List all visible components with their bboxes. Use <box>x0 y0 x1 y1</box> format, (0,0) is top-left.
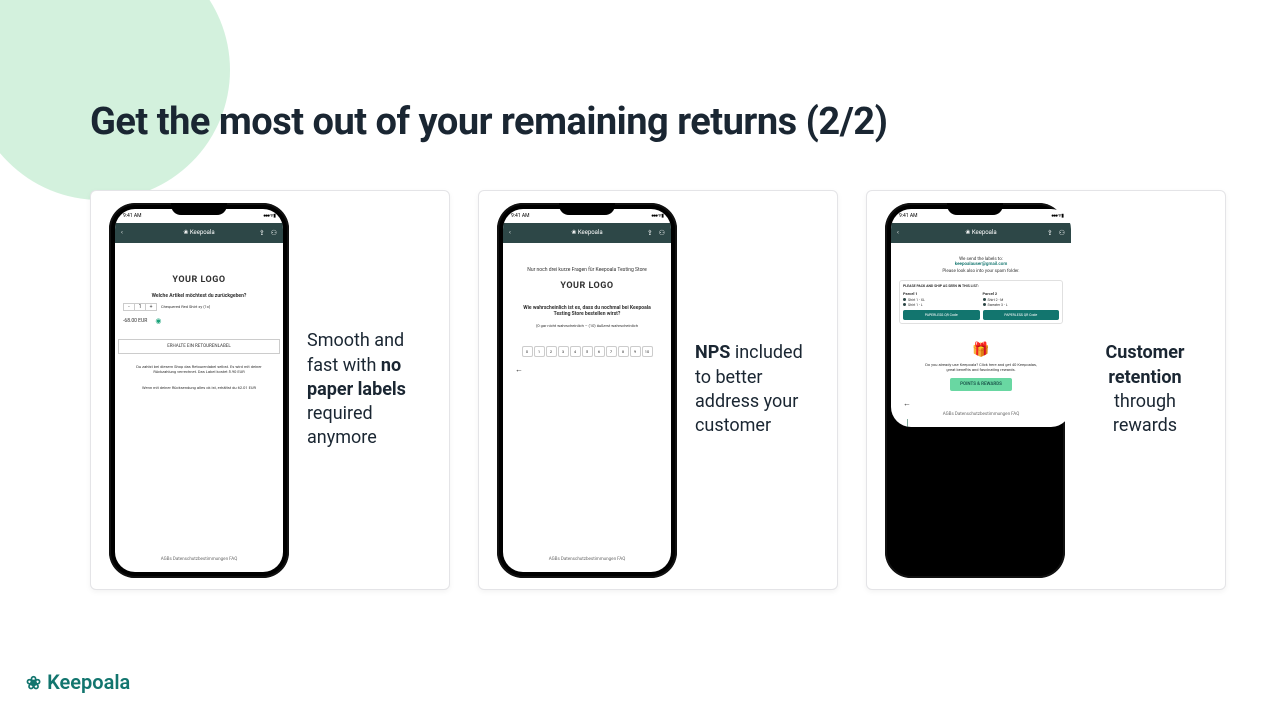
share-icon[interactable]: ⇪ <box>647 229 653 237</box>
parcel-item: Shirt 1 - L <box>903 303 980 307</box>
nps-option-9[interactable]: 9 <box>630 346 641 357</box>
return-question: Welche Artikel möchtest du zurückgeben? <box>152 293 247 299</box>
screen-content-2: Nur noch drei kurze Fragen für Keepoala … <box>503 243 671 572</box>
nps-option-1[interactable]: 1 <box>534 346 545 357</box>
nps-option-7[interactable]: 7 <box>606 346 617 357</box>
share-icon[interactable]: ⇪ <box>1047 229 1053 237</box>
back-icon[interactable]: ‹ <box>509 229 515 236</box>
feature-card-1: 9:41 AM ●●● ᯤ ▮ ‹ ❀ Keepoala ⇪ ⚇ YOUR LOG… <box>90 190 450 590</box>
rewards-promo: Do you already use Keepoala? Click here … <box>921 362 1041 372</box>
parcels-header: PLEASE PACK AND SHIP AS SEEN IN THIS LIS… <box>903 284 1059 288</box>
quantity-stepper[interactable]: -1+ <box>123 303 157 311</box>
brand-logo: Keepoala <box>26 670 130 694</box>
app-bar: ‹ ❀ Keepoala ⇪ ⚇ <box>891 223 1071 243</box>
nps-option-6[interactable]: 6 <box>594 346 605 357</box>
feature-card-2: 9:41 AM ●●● ᯤ ▮ ‹ ❀ Keepoala ⇪ ⚇ Nur noch… <box>478 190 838 590</box>
card-1-caption: Smooth and fast with no paper labels req… <box>307 329 431 450</box>
nps-option-8[interactable]: 8 <box>618 346 629 357</box>
app-bar: ‹ ❀ Keepoala ⇪ ⚇ <box>503 223 671 243</box>
nps-intro: Nur noch drei kurze Fragen für Keepoala … <box>527 267 646 273</box>
phone-notch <box>171 203 227 215</box>
nps-scale-legend: (0 gar nicht wahrscheinlich – (10) äußer… <box>536 323 638 328</box>
status-time: 9:41 AM <box>899 213 918 219</box>
phone-mockup-2: 9:41 AM ●●● ᯤ ▮ ‹ ❀ Keepoala ⇪ ⚇ Nur noch… <box>497 203 677 578</box>
label-cost-note: Du zahlst bei diesem Shop das Retourenla… <box>134 364 264 375</box>
profile-icon[interactable]: ⚇ <box>659 229 665 237</box>
profile-icon[interactable]: ⚇ <box>271 229 277 237</box>
nps-option-2[interactable]: 2 <box>546 346 557 357</box>
page-title: Get the most out of your remaining retur… <box>90 100 887 144</box>
merchant-logo: YOUR LOGO <box>560 281 613 291</box>
profile-icon[interactable]: ⚇ <box>1059 229 1065 237</box>
points-rewards-button[interactable]: POINTS & REWARDS <box>950 378 1012 391</box>
koala-icon <box>26 670 41 694</box>
nps-option-0[interactable]: 0 <box>522 346 533 357</box>
nav-back-icon[interactable]: ← <box>515 365 523 374</box>
phone-notch <box>947 203 1003 215</box>
app-bar: ‹ ❀ Keepoala ⇪ ⚇ <box>115 223 283 243</box>
card-2-caption: NPS included to better address your cust… <box>695 341 819 438</box>
status-signal: ●●● ᯤ ▮ <box>651 213 663 219</box>
gift-icon: 🎁 <box>972 342 989 358</box>
parcel-item: Sweater 3 - L <box>983 303 1060 307</box>
parcel-item: Shirt 2 - M <box>983 298 1060 302</box>
parcel-item: Shirt 1 - XL <box>903 298 980 302</box>
appbar-title: ❀ Keepoala <box>965 229 996 236</box>
phone-screen-3: 9:41 AM ●●● ᯤ ▮ ‹ ❀ Keepoala ⇪ ⚇ We send … <box>891 209 1071 427</box>
price-value: -68.00 EUR <box>123 318 147 324</box>
phone-screen-1: 9:41 AM ●●● ᯤ ▮ ‹ ❀ Keepoala ⇪ ⚇ YOUR LOG… <box>115 209 283 572</box>
footer-links[interactable]: AGBs Datenschutzbestimmungen FAQ <box>943 408 1020 421</box>
brand-name: Keepoala <box>47 670 130 694</box>
back-icon[interactable]: ‹ <box>897 229 903 236</box>
phone-notch <box>559 203 615 215</box>
appbar-title: ❀ Keepoala <box>571 229 602 236</box>
parcel-1: Parcel 1 Shirt 1 - XL Shirt 1 - L PAPERL… <box>903 291 980 320</box>
status-time: 9:41 AM <box>123 213 142 219</box>
nps-scale[interactable]: 012345678910 <box>522 346 653 357</box>
card-3-caption: Customer retention through rewards <box>1083 341 1207 438</box>
nps-option-4[interactable]: 4 <box>570 346 581 357</box>
item-name: Chequered Red Shirt xy (1x) <box>161 304 210 309</box>
nps-question: Wie wahrscheinlich ist es, dass du nochm… <box>522 305 652 317</box>
footer-links[interactable]: AGBs Datenschutzbestimmungen FAQ <box>161 553 238 566</box>
nps-option-5[interactable]: 5 <box>582 346 593 357</box>
phone-screen-2: 9:41 AM ●●● ᯤ ▮ ‹ ❀ Keepoala ⇪ ⚇ Nur noch… <box>503 209 671 572</box>
share-icon[interactable]: ⇪ <box>259 229 265 237</box>
nps-option-3[interactable]: 3 <box>558 346 569 357</box>
spam-note: Please look also into your spam folder. <box>942 269 1019 274</box>
qr-code-button[interactable]: PAPERLESS QR Code <box>983 310 1060 320</box>
appbar-title: ❀ Keepoala <box>183 229 214 236</box>
status-signal: ●●● ᯤ ▮ <box>1051 213 1063 219</box>
check-icon: ◉ <box>155 317 161 325</box>
screen-content-3: We send the labels to: keepoalauser@gmai… <box>891 243 1071 427</box>
get-label-button[interactable]: ERHALTE EIN RETOURENLABEL <box>118 339 280 354</box>
phone-mockup-3: 9:41 AM ●●● ᯤ ▮ ‹ ❀ Keepoala ⇪⚇ We send … <box>885 203 1065 578</box>
parcel-2-title: Parcel 2 <box>983 291 1060 296</box>
phone-mockup-1: 9:41 AM ●●● ᯤ ▮ ‹ ❀ Keepoala ⇪ ⚇ YOUR LOG… <box>109 203 289 578</box>
qr-code-button[interactable]: PAPERLESS QR Code <box>903 310 980 320</box>
back-icon[interactable]: ‹ <box>121 229 127 236</box>
user-email: keepoalauser@gmail.com <box>955 262 1007 267</box>
parcel-1-title: Parcel 1 <box>903 291 980 296</box>
nps-option-10[interactable]: 10 <box>642 346 653 357</box>
feature-card-3: 9:41 AM ●●● ᯤ ▮ ‹ ❀ Keepoala ⇪ ⚇ We send … <box>866 190 1226 590</box>
status-signal: ●●● ᯤ ▮ <box>263 213 275 219</box>
status-time: 9:41 AM <box>511 213 530 219</box>
screen-content-1: YOUR LOGO Welche Artikel möchtest du zur… <box>115 243 283 572</box>
cards-row: 9:41 AM ●●● ᯤ ▮ ‹ ❀ Keepoala ⇪ ⚇ YOUR LOG… <box>90 190 1226 590</box>
merchant-logo: YOUR LOGO <box>172 275 225 285</box>
arrow-curve-icon <box>907 419 928 427</box>
line-item: -1+ Chequered Red Shirt xy (1x) <box>123 303 275 311</box>
refund-note: Wenn mit deiner Rücksendung alles ok ist… <box>142 385 256 391</box>
footer-links[interactable]: AGBs Datenschutzbestimmungen FAQ <box>549 553 626 566</box>
parcels-box: PLEASE PACK AND SHIP AS SEEN IN THIS LIS… <box>899 280 1063 324</box>
parcel-2: Parcel 2 Shirt 2 - M Sweater 3 - L PAPER… <box>983 291 1060 320</box>
nav-back-icon[interactable]: ← <box>903 399 911 408</box>
price-row: -68.00 EUR ◉ <box>123 317 275 325</box>
